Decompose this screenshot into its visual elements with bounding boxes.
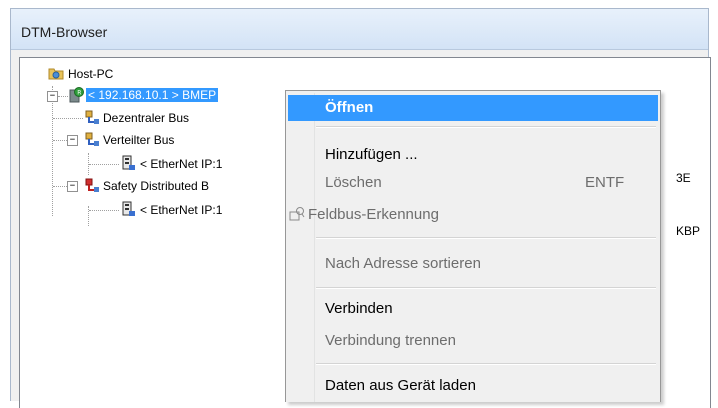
tree-node-ethernet-ip-2[interactable]: < EtherNet IP:1 — [20, 200, 310, 220]
tree-label: < EtherNet IP:1 — [140, 203, 223, 217]
tree-label: Host-PC — [68, 67, 114, 81]
fieldbus-discovery-icon — [289, 207, 305, 221]
collapse-icon[interactable]: − — [47, 91, 58, 102]
menu-separator — [316, 237, 656, 239]
clipped-text: 3E — [676, 171, 691, 185]
menu-item-add[interactable]: Hinzufügen ... — [288, 142, 658, 168]
menu-item-load-from-device[interactable]: Daten aus Gerät laden — [288, 373, 658, 399]
menu-item-sort-by-address[interactable]: Nach Adresse sortieren — [288, 251, 658, 277]
clipped-text: KBP — [676, 224, 701, 238]
bus-icon — [85, 132, 99, 146]
menu-separator — [316, 363, 656, 365]
tree-node-safety-bus[interactable]: − Safety Distributed B — [20, 176, 310, 196]
tree-label: Safety Distributed B — [103, 179, 210, 193]
tree-node-ethernet-ip-1[interactable]: < EtherNet IP:1 — [20, 154, 310, 174]
device-icon — [122, 155, 135, 170]
tree-label: < EtherNet IP:1 — [140, 157, 223, 171]
menu-item-fieldbus-discovery[interactable]: Feldbus-Erkennung — [288, 202, 658, 228]
tree-label: Verteilter Bus — [103, 133, 175, 147]
svg-text:R: R — [77, 90, 81, 97]
safety-bus-icon — [85, 178, 99, 192]
collapse-icon[interactable]: − — [67, 181, 78, 192]
menu-item-delete[interactable]: Löschen ENTF — [288, 170, 658, 196]
tree-node-verteilter-bus[interactable]: − Verteilter Bus — [20, 130, 280, 150]
tree-node-bmep[interactable]: − R < 192.168.10.1 > BMEP — [20, 86, 320, 106]
tree-node-host-pc[interactable]: Host-PC — [48, 64, 248, 84]
folder-network-icon — [48, 68, 64, 80]
menu-separator — [316, 287, 656, 289]
menu-separator — [316, 126, 656, 128]
device-icon — [122, 201, 135, 216]
menu-item-disconnect[interactable]: Verbindung trennen — [288, 328, 658, 354]
menu-item-open[interactable]: Öffnen — [288, 95, 658, 121]
collapse-icon[interactable]: − — [67, 135, 78, 146]
tree-label: Dezentraler Bus — [103, 111, 190, 125]
context-menu: Öffnen Hinzufügen ... Löschen ENTF Feldb… — [285, 90, 661, 402]
bus-icon — [85, 110, 99, 124]
shortcut-label: ENTF — [585, 174, 625, 191]
menu-item-connect[interactable]: Verbinden — [288, 296, 658, 322]
title-bar: DTM-Browser — [11, 9, 708, 50]
window-title: DTM-Browser — [21, 24, 108, 40]
tree-label-selected: < 192.168.10.1 > BMEP — [86, 88, 219, 102]
plc-device-icon: R — [69, 87, 84, 103]
tree-node-dezentraler-bus[interactable]: Dezentraler Bus — [20, 108, 280, 128]
